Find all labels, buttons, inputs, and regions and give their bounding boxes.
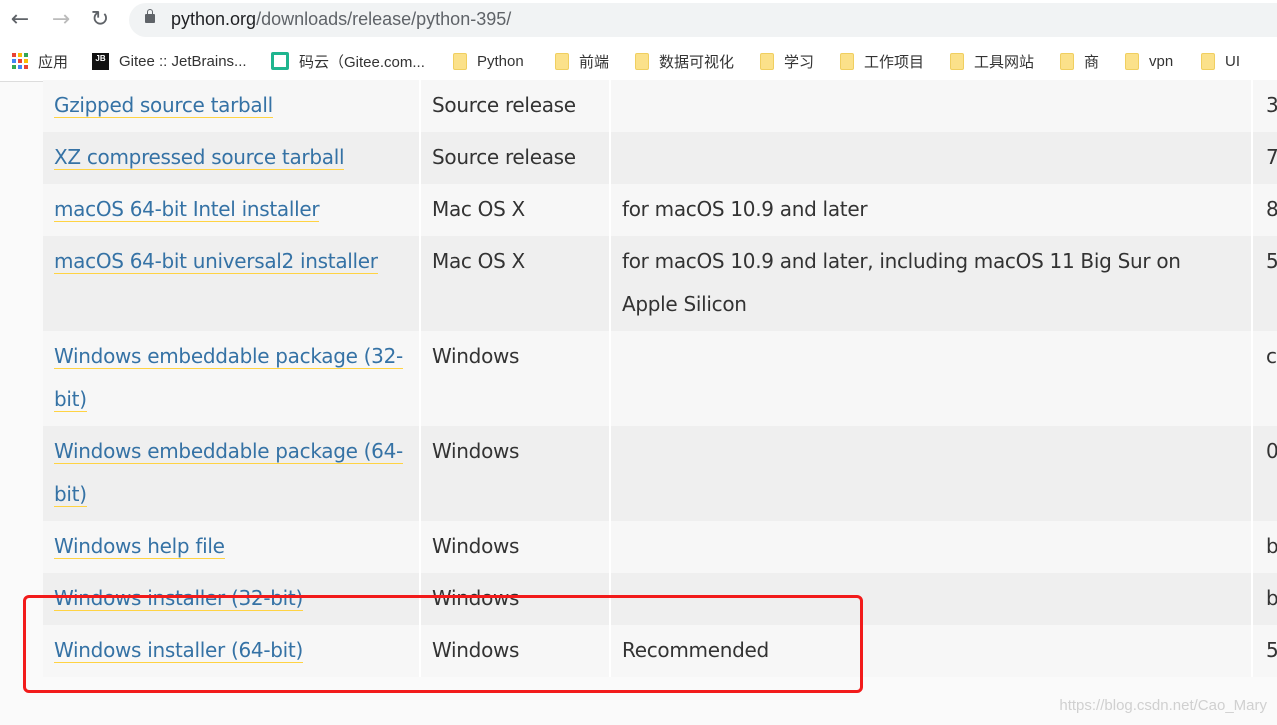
bookmark-label: 学习: [784, 53, 815, 71]
description-cell: [610, 132, 1253, 184]
bookmark-item[interactable]: 工作项目: [840, 51, 924, 71]
bookmark-label: 工作项目: [864, 53, 925, 71]
version-cell: macOS 64-bit universal2 installer: [43, 236, 421, 331]
gitee-icon: [271, 52, 289, 70]
md5-cell: b: [1252, 521, 1277, 573]
reload-icon[interactable]: ↻: [86, 6, 114, 34]
version-cell: macOS 64-bit Intel installer: [43, 184, 421, 236]
bookmark-item[interactable]: 数据可视化: [635, 51, 734, 71]
description-cell: for macOS 10.9 and later, including macO…: [610, 236, 1253, 331]
folder-icon: [950, 52, 964, 70]
table-row: Windows help file Windows b: [43, 521, 1277, 573]
os-cell: Mac OS X: [420, 184, 611, 236]
bookmark-item[interactable]: 商: [1060, 51, 1099, 71]
folder-icon: [1125, 52, 1139, 70]
md5-cell: 7: [1252, 132, 1277, 184]
md5-cell: 5: [1252, 625, 1277, 677]
folder-icon: [453, 52, 467, 70]
table-row: macOS 64-bit Intel installer Mac OS Xfor …: [43, 184, 1277, 236]
bookmark-item[interactable]: vpn: [1125, 51, 1173, 71]
bookmark-label: 数据可视化: [659, 53, 735, 71]
version-cell: Windows help file: [43, 521, 421, 573]
bookmark-label: 工具网站: [974, 53, 1035, 71]
bookmark-item[interactable]: Python: [453, 51, 524, 71]
bookmark-label: 应用: [38, 53, 69, 71]
bookmark-label: vpn: [1149, 52, 1174, 70]
downloads-table: Gzipped source tarballSource release3XZ …: [43, 80, 1277, 677]
os-cell: Windows: [420, 331, 611, 426]
folder-icon: [555, 52, 569, 70]
folder-icon: [635, 52, 649, 70]
bookmark-label: 码云（Gitee.com...: [299, 53, 425, 71]
version-cell: Windows embeddable package (64-bit): [43, 426, 421, 521]
version-link[interactable]: XZ compressed source tarball: [54, 145, 345, 170]
lock-icon: [145, 9, 155, 23]
folder-icon: [760, 52, 774, 70]
os-cell: Windows: [420, 521, 611, 573]
description-cell: [610, 426, 1253, 521]
version-link[interactable]: Gzipped source tarball: [54, 93, 273, 118]
bookmark-item[interactable]: 码云（Gitee.com...: [271, 51, 425, 71]
version-link[interactable]: Windows embeddable package (32-bit): [54, 344, 403, 412]
bookmark-item[interactable]: JB Gitee :: JetBrains...: [92, 51, 247, 71]
md5-cell: b: [1252, 573, 1277, 625]
forward-arrow-icon[interactable]: →: [47, 6, 75, 34]
bookmark-label: UI: [1225, 52, 1240, 70]
bookmark-item[interactable]: UI: [1201, 51, 1240, 71]
address-bar[interactable]: python.org/downloads/release/python-395/: [129, 3, 1277, 37]
version-link[interactable]: Windows help file: [54, 534, 225, 559]
md5-cell: ca: [1252, 331, 1277, 426]
folder-icon: [1201, 52, 1215, 70]
table-row: XZ compressed source tarball Source relea…: [43, 132, 1277, 184]
os-cell: Windows: [420, 426, 611, 521]
table-row: Gzipped source tarball Source release 3: [43, 80, 1277, 132]
jetbrains-icon: JB: [92, 52, 109, 70]
table-row: Windows embeddable package (64-bit) Windo…: [43, 426, 1277, 521]
bookmark-item[interactable]: 学习: [760, 51, 814, 71]
bookmarks-bar: 应用 JB Gitee :: JetBrains... 码云（Gitee.com...…: [0, 40, 1277, 82]
bookmark-label: Gitee :: JetBrains...: [119, 52, 247, 70]
back-arrow-icon[interactable]: ←: [6, 6, 34, 34]
version-link[interactable]: macOS 64-bit universal2 installer: [54, 249, 378, 274]
table-row: macOS 64-bit universal2 installer Mac OS …: [43, 236, 1277, 331]
version-link[interactable]: macOS 64-bit Intel installer: [54, 197, 320, 222]
table-row: Windows embeddable package (32-bit) Windo…: [43, 331, 1277, 426]
md5-cell: 5: [1252, 236, 1277, 331]
description-cell: for macOS 10.9 and later: [610, 184, 1253, 236]
version-link[interactable]: Windows embeddable package (64-bit): [54, 439, 403, 507]
watermark: https://blog.csdn.net/Cao_Mary: [1059, 697, 1267, 714]
os-cell: Source release: [420, 132, 611, 184]
version-cell: Gzipped source tarball: [43, 80, 421, 132]
description-cell: [610, 80, 1253, 132]
folder-icon: [1060, 52, 1074, 70]
url-text[interactable]: python.org/downloads/release/python-395/: [171, 9, 511, 30]
bookmark-item[interactable]: 前端: [555, 51, 609, 71]
bookmark-label: 商: [1084, 53, 1100, 71]
version-cell: Windows embeddable package (32-bit): [43, 331, 421, 426]
version-cell: XZ compressed source tarball: [43, 132, 421, 184]
md5-cell: 0: [1252, 426, 1277, 521]
browser-toolbar: ← → ↻ python.org/downloads/release/pytho…: [0, 0, 1277, 40]
md5-cell: 3: [1252, 80, 1277, 132]
md5-cell: 8: [1252, 184, 1277, 236]
bookmark-item[interactable]: 工具网站: [950, 51, 1034, 71]
description-cell: [610, 521, 1253, 573]
bookmark-label: 前端: [579, 53, 610, 71]
highlight-box: [23, 595, 863, 693]
description-cell: [610, 331, 1253, 426]
bookmark-label: Python: [477, 52, 524, 70]
os-cell: Mac OS X: [420, 236, 611, 331]
bookmark-item[interactable]: 应用: [12, 51, 68, 71]
folder-icon: [840, 52, 854, 70]
apps-grid-icon: [12, 53, 28, 69]
os-cell: Source release: [420, 80, 611, 132]
